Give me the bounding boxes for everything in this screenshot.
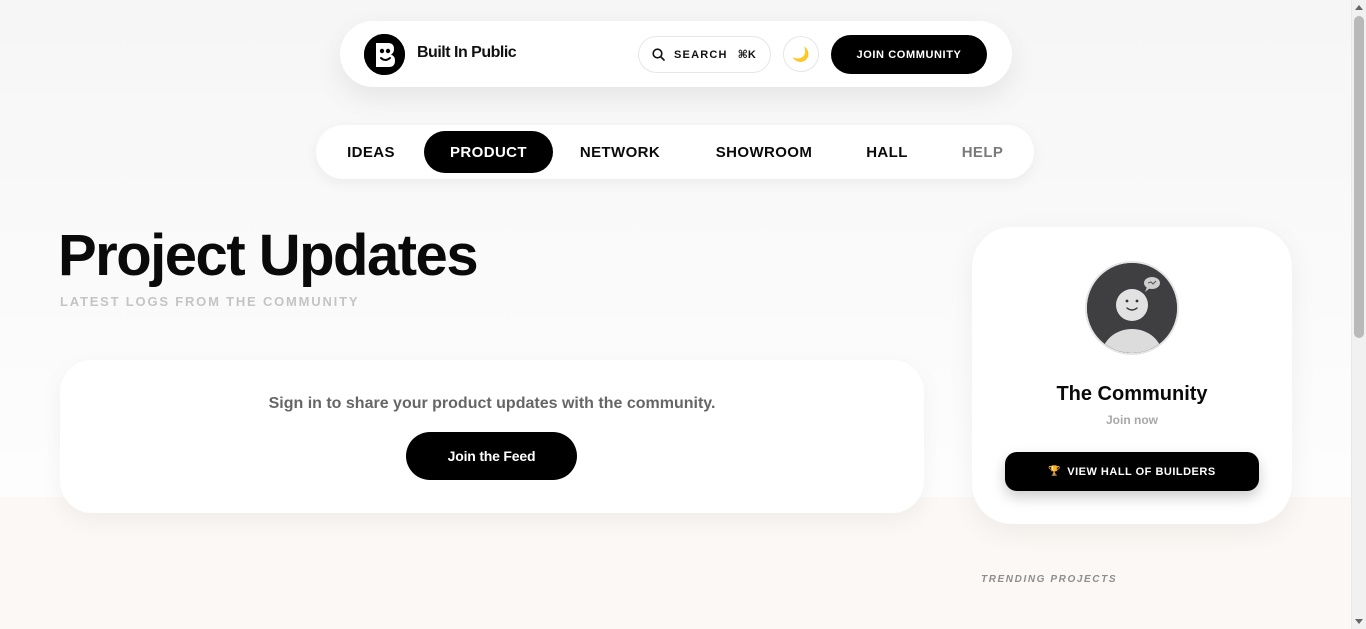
signin-prompt: Sign in to share your product updates wi… — [268, 395, 716, 412]
theme-toggle-button[interactable]: 🌙 — [783, 36, 819, 72]
brand-logo-icon[interactable] — [364, 34, 405, 75]
view-hall-of-builders-button[interactable]: 🏆 VIEW HALL OF BUILDERS — [1005, 452, 1259, 491]
tab-showroom[interactable]: SHOWROOM — [699, 131, 829, 173]
search-shortcut: ⌘K — [737, 49, 756, 61]
join-community-button[interactable]: JOIN COMMUNITY — [831, 35, 987, 74]
page-title: Project Updates — [58, 223, 479, 288]
top-navigation-bar: Built In Public SEARCH ⌘K 🌙 JOIN COMMUNI… — [340, 21, 1012, 87]
scroll-up-arrow-icon[interactable] — [1355, 5, 1363, 10]
scrollbar-thumb[interactable] — [1354, 16, 1364, 338]
tab-network[interactable]: NETWORK — [568, 131, 672, 173]
signin-card: Sign in to share your product updates wi… — [60, 360, 924, 513]
community-card: The Community Join now 🏆 VIEW HALL OF BU… — [972, 227, 1292, 524]
moon-icon: 🌙 — [792, 45, 810, 62]
community-name: The Community — [1056, 383, 1208, 405]
join-feed-button[interactable]: Join the Feed — [406, 432, 577, 480]
search-label: SEARCH — [674, 48, 728, 61]
community-join-link[interactable]: Join now — [972, 413, 1292, 427]
trophy-icon: 🏆 — [1048, 466, 1062, 477]
trending-projects-label: TRENDING PROJECTS — [981, 574, 1118, 585]
page-scrollbar[interactable] — [1351, 0, 1366, 629]
brand-name[interactable]: Built In Public — [417, 44, 517, 62]
search-button[interactable]: SEARCH ⌘K — [638, 36, 771, 73]
tab-ideas[interactable]: IDEAS — [332, 131, 410, 173]
section-tabs: IDEAS PRODUCT NETWORK SHOWROOM HALL HELP — [316, 125, 1034, 179]
tab-help[interactable]: HELP — [948, 131, 1017, 173]
scroll-down-arrow-icon[interactable] — [1355, 619, 1363, 624]
community-avatar — [1085, 261, 1179, 355]
search-icon — [652, 48, 665, 61]
tab-product[interactable]: PRODUCT — [424, 131, 553, 173]
page-subtitle: LATEST LOGS FROM THE COMMUNITY — [60, 294, 360, 309]
tab-hall[interactable]: HALL — [853, 131, 921, 173]
hall-button-label: VIEW HALL OF BUILDERS — [1067, 465, 1216, 478]
